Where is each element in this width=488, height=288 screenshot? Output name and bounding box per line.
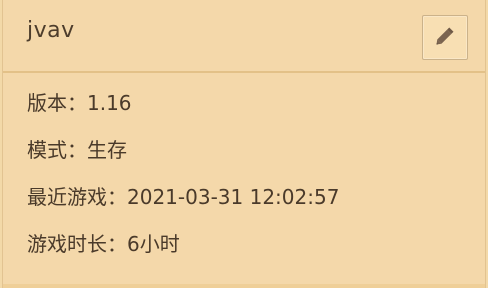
world-details: 版本：1.16 模式：生存 最近游戏：2021-03-31 12:02:57 游… xyxy=(27,88,339,276)
edit-button[interactable] xyxy=(422,15,468,60)
play-time-value: 6小时 xyxy=(127,232,180,256)
world-header: jvav xyxy=(3,0,485,73)
world-title: jvav xyxy=(27,18,75,43)
version-label: 版本： xyxy=(27,91,87,115)
mode-row: 模式：生存 xyxy=(27,135,339,182)
last-played-row: 最近游戏：2021-03-31 12:02:57 xyxy=(27,182,339,229)
bottom-divider xyxy=(3,284,485,288)
last-played-value: 2021-03-31 12:02:57 xyxy=(127,185,340,209)
play-time-row: 游戏时长：6小时 xyxy=(27,229,339,276)
mode-label: 模式： xyxy=(27,138,87,162)
pencil-icon xyxy=(432,23,458,53)
version-row: 版本：1.16 xyxy=(27,88,339,135)
world-card: jvav 版本：1.16 模式：生存 最近游戏：2021-03-31 12:02… xyxy=(2,0,486,288)
play-time-label: 游戏时长： xyxy=(27,232,127,256)
mode-value: 生存 xyxy=(87,138,127,162)
version-value: 1.16 xyxy=(87,91,132,115)
last-played-label: 最近游戏： xyxy=(27,185,127,209)
